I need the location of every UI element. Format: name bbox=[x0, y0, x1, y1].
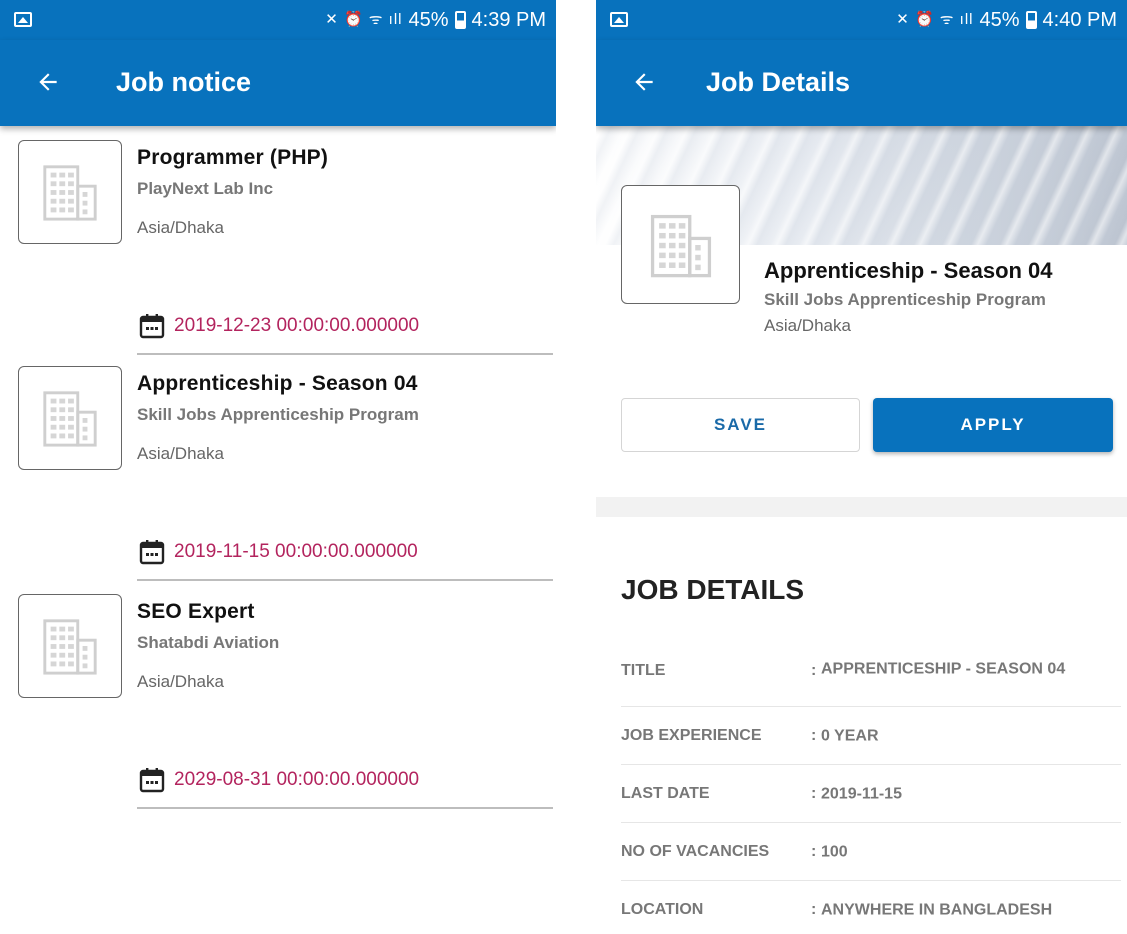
calendar-icon bbox=[139, 540, 165, 565]
detail-label: JOB EXPERIENCE bbox=[621, 726, 762, 744]
job-title: Programmer (PHP) bbox=[137, 146, 329, 169]
detail-row-title: TITLE : APPRENTICESHIP - SEASON 04 bbox=[621, 635, 1121, 707]
detail-row-location: LOCATION : ANYWHERE IN BANGLADESH bbox=[621, 881, 1121, 934]
job-date-row: 2019-11-15 00:00:00.000000 bbox=[138, 538, 418, 566]
company-name: PlayNext Lab Inc bbox=[137, 179, 274, 198]
building-icon bbox=[650, 214, 711, 277]
detail-label: LAST DATE bbox=[621, 784, 710, 802]
job-title: Apprenticeship - Season 04 bbox=[137, 372, 418, 395]
company-name: Shatabdi Aviation bbox=[137, 633, 280, 652]
status-icons: ✕ ⏰ ᯤ ıll bbox=[325, 11, 403, 28]
battery-percent: 45% bbox=[979, 9, 1020, 31]
building-icon bbox=[43, 391, 97, 447]
job-date-row: 2029-08-31 00:00:00.000000 bbox=[138, 766, 419, 794]
calendar-icon bbox=[139, 314, 165, 339]
arrow-left-icon bbox=[39, 73, 57, 91]
detail-row-vacancies: NO OF VACANCIES : 100 bbox=[621, 823, 1121, 881]
company-logo bbox=[18, 366, 122, 470]
page-title: Job notice bbox=[116, 67, 252, 97]
detail-colon: : bbox=[811, 661, 817, 679]
job-details-screen: ✕ ⏰ ᯤ ıll 45% 4:40 PM Job Details Appren bbox=[596, 0, 1127, 934]
gallery-icon bbox=[14, 12, 32, 27]
job-details-table: TITLE : APPRENTICESHIP - SEASON 04 JOB E… bbox=[621, 635, 1121, 934]
status-time: 4:39 PM bbox=[471, 9, 546, 31]
detail-label: NO OF VACANCIES bbox=[621, 842, 770, 860]
save-button[interactable]: SAVE bbox=[621, 398, 860, 452]
detail-colon: : bbox=[811, 726, 817, 744]
apply-button[interactable]: APPLY bbox=[873, 398, 1113, 452]
divider bbox=[137, 353, 553, 355]
detail-value: 100 bbox=[821, 843, 848, 860]
detail-label: LOCATION bbox=[621, 901, 704, 918]
detail-value: ANYWHERE IN BANGLADESH bbox=[821, 901, 1053, 919]
divider bbox=[137, 579, 553, 581]
job-location: Asia/Dhaka bbox=[137, 218, 224, 237]
page-title: Job Details bbox=[706, 67, 851, 97]
job-date-row: 2019-12-23 00:00:00.000000 bbox=[138, 312, 419, 340]
detail-value: 2019-11-15 bbox=[821, 785, 902, 802]
status-time: 4:40 PM bbox=[1042, 9, 1117, 31]
app-bar: Job notice bbox=[0, 40, 556, 126]
section-heading: JOB DETAILS bbox=[621, 574, 805, 605]
battery-icon bbox=[1025, 11, 1037, 29]
calendar-icon bbox=[139, 768, 165, 793]
job-location: Asia/Dhaka bbox=[137, 672, 224, 691]
company-logo bbox=[18, 594, 122, 698]
job-title: SEO Expert bbox=[137, 600, 255, 623]
divider bbox=[137, 807, 553, 809]
job-location: Asia/Dhaka bbox=[137, 444, 224, 463]
job-title: Apprenticeship - Season 04 bbox=[764, 258, 1053, 283]
job-date: 2029-08-31 00:00:00.000000 bbox=[174, 769, 420, 790]
company-name: Skill Jobs Apprenticeship Program bbox=[764, 290, 1046, 309]
section-divider bbox=[596, 497, 1127, 517]
status-bar: ✕ ⏰ ᯤ ıll 45% 4:39 PM bbox=[0, 0, 556, 40]
status-icons: ✕ ⏰ ᯤ ıll bbox=[896, 11, 974, 28]
status-indicators: ✕ ⏰ ᯤ ıll 45% 4:39 PM bbox=[325, 8, 546, 32]
job-list-item[interactable]: Programmer (PHP) PlayNext Lab Inc Asia/Dha… bbox=[0, 140, 556, 368]
back-button[interactable] bbox=[24, 58, 72, 106]
detail-colon: : bbox=[811, 901, 817, 918]
battery-icon bbox=[454, 11, 466, 29]
status-bar: ✕ ⏰ ᯤ ıll 45% 4:40 PM bbox=[596, 0, 1127, 40]
job-date: 2019-12-23 00:00:00.000000 bbox=[174, 315, 420, 336]
arrow-left-icon bbox=[635, 73, 653, 91]
app-bar: Job Details bbox=[596, 40, 1127, 126]
battery-percent: 45% bbox=[408, 9, 449, 31]
building-icon bbox=[43, 165, 97, 221]
building-icon bbox=[43, 619, 97, 675]
company-logo bbox=[621, 185, 740, 304]
job-location: Asia/Dhaka bbox=[764, 316, 851, 335]
detail-row-last-date: LAST DATE : 2019-11-15 bbox=[621, 765, 1121, 823]
status-indicators: ✕ ⏰ ᯤ ıll 45% 4:40 PM bbox=[896, 8, 1117, 32]
company-logo bbox=[18, 140, 122, 244]
job-notice-screen: ✕ ⏰ ᯤ ıll 45% 4:39 PM Job notice Program… bbox=[0, 0, 556, 934]
detail-colon: : bbox=[811, 784, 817, 802]
job-list-item[interactable]: Apprenticeship - Season 04 Skill Jobs App… bbox=[0, 366, 556, 594]
detail-row-experience: JOB EXPERIENCE : 0 YEAR bbox=[621, 707, 1121, 765]
job-date: 2019-11-15 00:00:00.000000 bbox=[174, 541, 418, 562]
detail-label: TITLE bbox=[621, 661, 666, 679]
detail-value: 0 YEAR bbox=[821, 727, 879, 744]
gallery-icon bbox=[610, 12, 628, 27]
back-button[interactable] bbox=[620, 58, 668, 106]
detail-value: APPRENTICESHIP - SEASON 04 bbox=[821, 660, 1066, 678]
job-list-item[interactable]: SEO Expert Shatabdi Aviation Asia/Dhaka 202… bbox=[0, 594, 556, 822]
detail-colon: : bbox=[811, 842, 817, 860]
company-name: Skill Jobs Apprenticeship Program bbox=[137, 405, 419, 424]
